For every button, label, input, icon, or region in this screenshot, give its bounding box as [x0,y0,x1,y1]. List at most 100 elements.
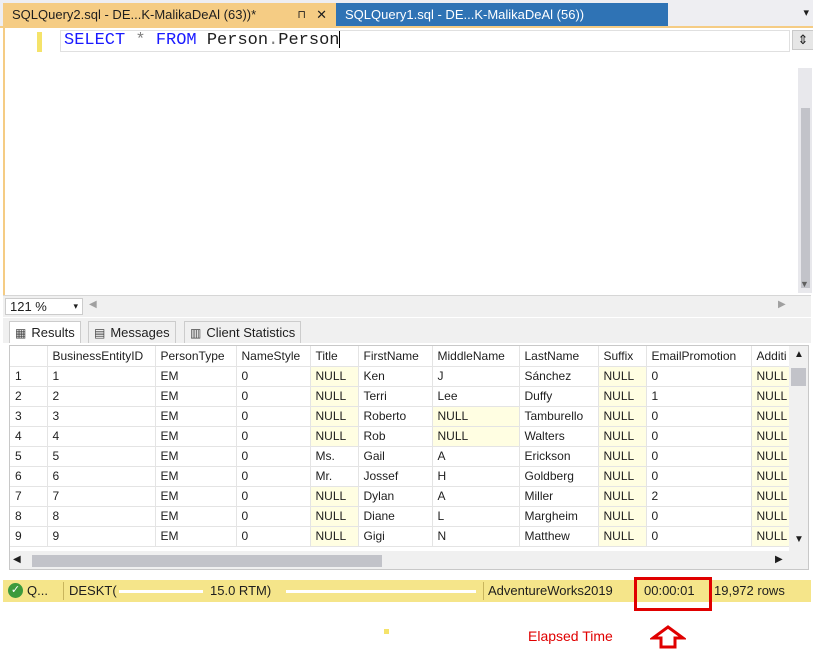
grid-cell[interactable]: 3 [47,406,156,427]
grid-cell[interactable]: Rob [358,426,433,447]
grid-cell[interactable]: Gigi [358,526,433,547]
grid-cell[interactable]: 0 [646,446,752,467]
scroll-right-icon[interactable]: ▶ [775,554,783,565]
row-number-header[interactable] [10,346,48,367]
grid-cell[interactable]: Diane [358,506,433,527]
table-row[interactable]: 3 3 EM 0 NULL Roberto NULL Tamburello NULL 0 NULL [10,406,792,427]
column-header[interactable]: NameStyle [236,346,311,367]
grid-cell[interactable]: Walters [519,426,599,447]
grid-cell[interactable]: NULL [598,426,647,447]
tab-messages[interactable]: ▤ Messages [88,321,176,343]
grid-cell[interactable]: Mr. [310,466,359,487]
grid-cell[interactable]: J [432,366,520,387]
grid-cell[interactable]: NULL [598,466,647,487]
grid-cell[interactable]: Gail [358,446,433,467]
row-number[interactable]: 8 [10,506,48,527]
grid-cell[interactable]: 9 [47,526,156,547]
grid-cell[interactable]: EM [155,526,237,547]
split-editor-button[interactable]: ⇕ [792,30,813,50]
grid-cell[interactable]: Dylan [358,486,433,507]
grid-cell[interactable]: Duffy [519,386,599,407]
table-row[interactable]: 1 1 EM 0 NULL Ken J Sánchez NULL 0 NULL [10,365,792,387]
grid-cell[interactable]: 8 [47,506,156,527]
scroll-left-icon[interactable]: ◀ [13,554,21,565]
row-number[interactable]: 7 [10,486,48,507]
column-header[interactable]: PersonType [155,346,237,367]
grid-cell[interactable]: EM [155,466,237,487]
grid-cell[interactable]: NULL [751,486,792,507]
grid-cell[interactable]: 0 [646,426,752,447]
grid-cell[interactable]: Margheim [519,506,599,527]
grid-cell[interactable]: 1 [46,365,156,387]
grid-cell[interactable]: Tamburello [519,406,599,427]
grid-cell[interactable]: NULL [310,486,359,507]
grid-cell[interactable]: 1 [646,386,752,407]
grid-cell[interactable]: Roberto [358,406,433,427]
pin-icon[interactable]: ⊓ [297,8,306,21]
scroll-down-icon[interactable]: ▼ [800,279,809,289]
grid-cell[interactable]: EM [155,486,237,507]
grid-hscroll-thumb[interactable] [32,555,382,567]
grid-cell[interactable]: Erickson [519,446,599,467]
grid-cell[interactable]: EM [155,446,237,467]
grid-cell[interactable]: NULL [751,466,792,487]
grid-cell[interactable]: NULL [598,526,647,547]
scroll-right-icon[interactable]: ▶ [778,299,786,310]
grid-cell[interactable]: 0 [236,526,311,547]
zoom-select[interactable]: 121 % ▾ [5,298,83,315]
grid-scroll-thumb[interactable] [791,368,806,386]
grid-cell[interactable]: 0 [646,506,752,527]
column-header[interactable]: LastName [519,346,599,367]
grid-cell[interactable]: NULL [751,446,792,467]
editor-vertical-scrollbar[interactable]: ▼ [798,68,812,293]
grid-cell[interactable]: NULL [751,386,792,407]
row-number[interactable]: 9 [10,526,48,547]
tab-overflow-icon[interactable]: ▾ [803,6,809,19]
grid-cell[interactable]: NULL [310,526,359,547]
grid-cell[interactable]: NULL [310,426,359,447]
grid-cell[interactable]: NULL [598,386,647,407]
grid-cell[interactable]: 0 [236,386,311,407]
grid-cell[interactable]: NULL [598,506,647,527]
grid-cell[interactable]: 0 [236,366,311,387]
column-header[interactable]: BusinessEntityID [47,346,156,367]
grid-cell[interactable]: A [432,446,520,467]
grid-cell[interactable]: NULL [598,406,647,427]
grid-cell[interactable]: 0 [646,406,752,427]
grid-cell[interactable]: 0 [646,366,752,387]
grid-cell[interactable]: 0 [236,486,311,507]
grid-cell[interactable]: Goldberg [519,466,599,487]
grid-cell[interactable]: Miller [519,486,599,507]
grid-cell[interactable]: EM [155,406,237,427]
grid-cell[interactable]: N [432,526,520,547]
scroll-down-icon[interactable]: ▼ [794,534,804,545]
code-line[interactable]: SELECT * FROM Person.Person [60,30,790,52]
grid-cell[interactable]: Sánchez [519,366,599,387]
table-row[interactable]: 4 4 EM 0 NULL Rob NULL Walters NULL 0 NULL [10,426,792,447]
grid-cell[interactable]: 0 [236,446,311,467]
grid-cell[interactable]: Terri [358,386,433,407]
grid-cell[interactable]: NULL [598,486,647,507]
grid-cell[interactable]: 4 [47,426,156,447]
results-grid[interactable]: BusinessEntityID PersonType NameStyle Ti… [9,345,809,570]
grid-cell[interactable]: NULL [310,366,359,387]
row-number[interactable]: 3 [10,406,48,427]
grid-cell[interactable]: NULL [751,426,792,447]
grid-cell[interactable]: 0 [236,466,311,487]
grid-cell[interactable]: NULL [751,406,792,427]
column-header[interactable]: MiddleName [432,346,520,367]
grid-cell[interactable]: Ken [358,366,433,387]
grid-cell[interactable]: EM [155,386,237,407]
grid-cell[interactable]: NULL [751,506,792,527]
grid-cell[interactable]: A [432,486,520,507]
grid-horizontal-scrollbar[interactable]: ◀ ▶ [10,551,789,569]
scroll-up-icon[interactable]: ▲ [794,349,804,360]
grid-cell[interactable]: Jossef [358,466,433,487]
tab-results[interactable]: ▦ Results [9,321,81,343]
grid-cell[interactable]: EM [155,366,237,387]
grid-cell[interactable]: NULL [432,406,520,427]
grid-cell[interactable]: NULL [598,446,647,467]
grid-cell[interactable]: EM [155,426,237,447]
grid-cell[interactable]: NULL [310,506,359,527]
grid-cell[interactable]: 0 [236,506,311,527]
